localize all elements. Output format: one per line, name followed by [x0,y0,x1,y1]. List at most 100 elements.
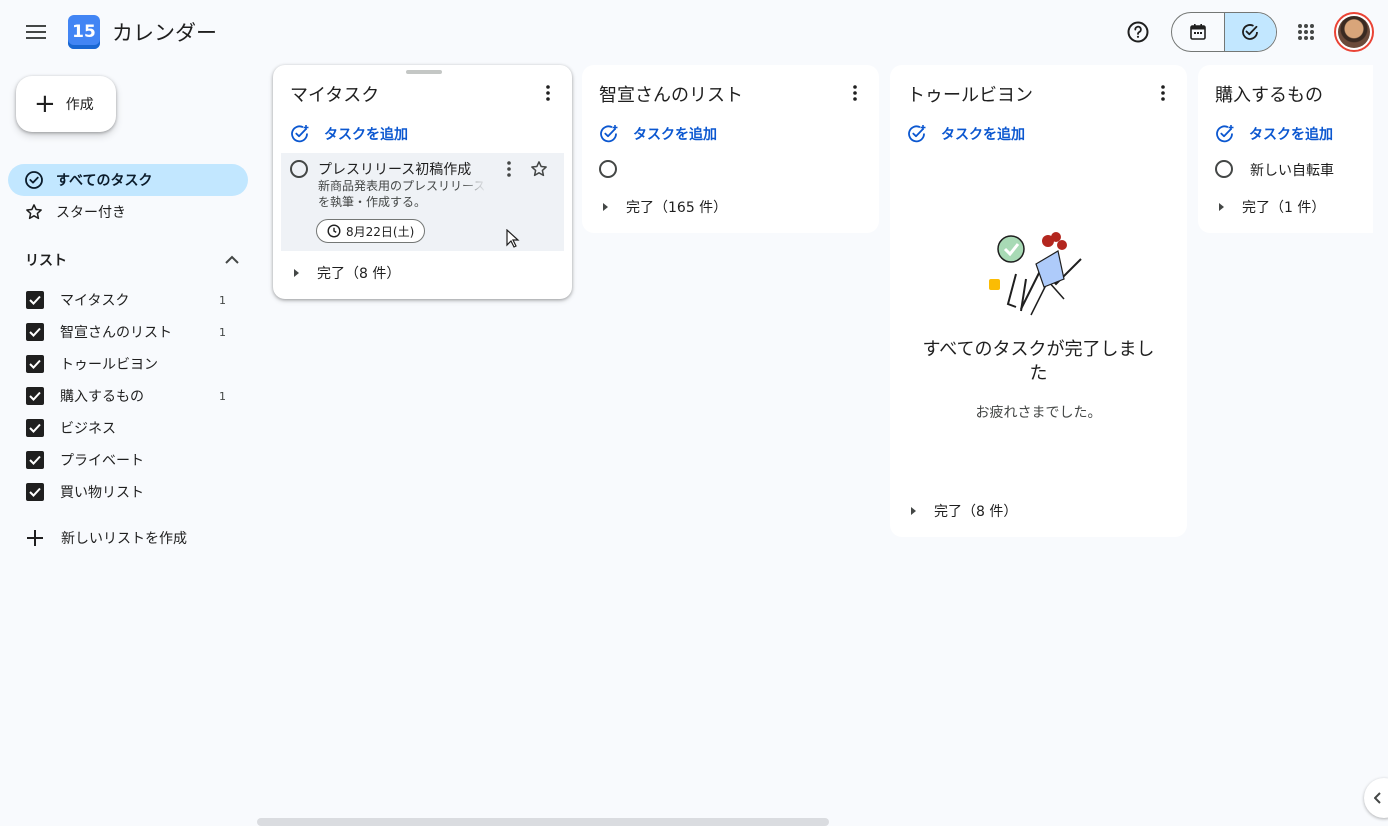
complete-task-checkbox[interactable] [599,160,617,178]
list-item-mytasks: マイタスク 1 [26,288,226,312]
tasks-check-icon [24,170,44,190]
list-card-title: 智宣さんのリスト [599,85,743,106]
star-icon [24,202,44,222]
completed-section-toggle[interactable]: 完了（165 件） [599,197,727,217]
list-options-button[interactable] [1149,79,1177,107]
list-item-tourbillon: トゥールビヨン [26,352,226,376]
list-checkbox[interactable] [26,355,44,373]
star-icon [531,161,547,177]
complete-task-checkbox[interactable] [1215,160,1233,178]
list-checkbox[interactable] [26,323,44,341]
more-vert-icon [1161,85,1165,101]
plus-icon: + [34,89,56,119]
tasks-check-icon [1242,24,1259,40]
task-options-button[interactable] [507,161,511,181]
clock-icon [327,224,341,238]
list-card-purchase: 購入するもの タスクを追加 新しい自転車 完了（1 件） [1198,65,1373,233]
add-task-icon [907,124,927,144]
list-options-button[interactable] [534,79,562,107]
tasks-view-toggle[interactable] [1223,13,1276,51]
star-task-button[interactable] [530,160,548,182]
list-card-title: トゥールビヨン [907,85,1033,106]
nav-starred[interactable]: スター付き [8,196,248,228]
list-checkbox[interactable] [26,387,44,405]
list-name: ビジネス [60,421,116,437]
list-card-tomonori: 智宣さんのリスト タスクを追加 完了（165 件） [582,65,879,233]
calendar-view-toggle[interactable] [1172,13,1224,51]
task-notes-line-2: を執筆・作成する。 [318,195,427,209]
list-name: プライベート [60,453,144,469]
chevron-left-icon [1374,792,1381,804]
all-done-illustration-icon [989,232,1082,316]
list-checkbox[interactable] [26,483,44,501]
help-icon [1127,21,1149,43]
calendar-icon [1190,24,1206,40]
add-task-button[interactable]: タスクを追加 [1215,124,1333,144]
expand-triangle-icon [1219,203,1224,211]
completed-label: 完了（8 件） [934,504,1018,520]
add-task-icon [1215,124,1235,144]
nav-label: すべてのタスク [56,173,153,189]
mouse-cursor-icon [506,229,520,248]
add-task-label: タスクを追加 [941,127,1025,143]
complete-task-checkbox[interactable] [290,160,308,178]
add-task-label: タスクを追加 [324,127,408,143]
task-notes: 新商品発表用のプレスリリース を執筆・作成する。 [318,178,486,210]
nav-all-tasks[interactable]: すべてのタスク [8,164,248,196]
task-title[interactable]: 新しい自転車 [1250,160,1334,180]
help-button[interactable] [1118,12,1158,52]
add-task-button[interactable]: タスクを追加 [599,124,717,144]
chevron-up-icon[interactable] [224,255,240,265]
list-card-title: マイタスク [290,85,380,106]
calendar-logo[interactable]: 15 [68,15,100,49]
new-list-button[interactable]: 新しいリストを作成 [25,528,187,548]
list-name: 買い物リスト [60,485,144,501]
account-avatar[interactable] [1334,12,1374,52]
lists-header-label: リスト [25,253,67,269]
list-item-purchase: 購入するもの 1 [26,384,226,408]
due-date-label: 8月22日(土) [346,224,415,239]
lists-section-header[interactable]: リスト [25,250,240,270]
add-task-icon [290,124,310,144]
all-done-title-line-2: た [1029,363,1048,384]
list-card-title: 購入するもの [1215,85,1323,106]
list-name: マイタスク [60,293,130,309]
task-title[interactable]: プレスリリース初稿作成 [318,159,471,179]
list-card-purchase-viewport: 購入するもの タスクを追加 新しい自転車 完了（1 件） [1198,65,1373,233]
add-task-button[interactable]: タスクを追加 [907,124,1025,144]
add-task-icon [599,124,619,144]
list-options-button[interactable] [841,79,869,107]
list-count: 1 [219,389,226,403]
main-menu-button[interactable] [16,12,56,52]
drag-handle[interactable] [406,70,442,74]
completed-label: 完了（1 件） [1242,200,1326,216]
add-task-button[interactable]: タスクを追加 [290,124,408,144]
horizontal-scrollbar[interactable] [257,818,829,826]
create-button[interactable]: + 作成 [16,76,116,132]
app-title: カレンダー [112,21,217,45]
nav-label: スター付き [56,205,126,221]
task-due-date-chip[interactable]: 8月22日(土) [316,219,426,243]
completed-section-toggle[interactable]: 完了（1 件） [1215,197,1325,217]
list-name: 購入するもの [60,389,144,405]
completed-section-toggle[interactable]: 完了（8 件） [907,501,1017,521]
app-switcher [1171,12,1277,52]
new-list-label: 新しいリストを作成 [61,531,187,547]
completed-label: 完了（8 件） [317,266,401,282]
all-done-title-line-1: すべてのタスクが完了しまし [922,339,1155,360]
list-item-business: ビジネス [26,416,226,440]
list-checkbox[interactable] [26,419,44,437]
list-name: 智宣さんのリスト [60,325,172,341]
completed-section-toggle[interactable]: 完了（8 件） [290,263,400,283]
all-done-subtitle: お疲れさまでした。 [975,405,1102,421]
side-panel-toggle[interactable] [1364,778,1388,818]
expand-triangle-icon [911,507,916,515]
list-checkbox[interactable] [26,451,44,469]
add-task-label: タスクを追加 [1249,127,1333,143]
google-apps-button[interactable] [1286,12,1326,52]
apps-grid-icon [1298,24,1314,40]
all-done-title: すべてのタスクが完了しまし た [890,338,1187,386]
list-count: 1 [219,293,226,307]
expand-triangle-icon [294,269,299,277]
list-checkbox[interactable] [26,291,44,309]
